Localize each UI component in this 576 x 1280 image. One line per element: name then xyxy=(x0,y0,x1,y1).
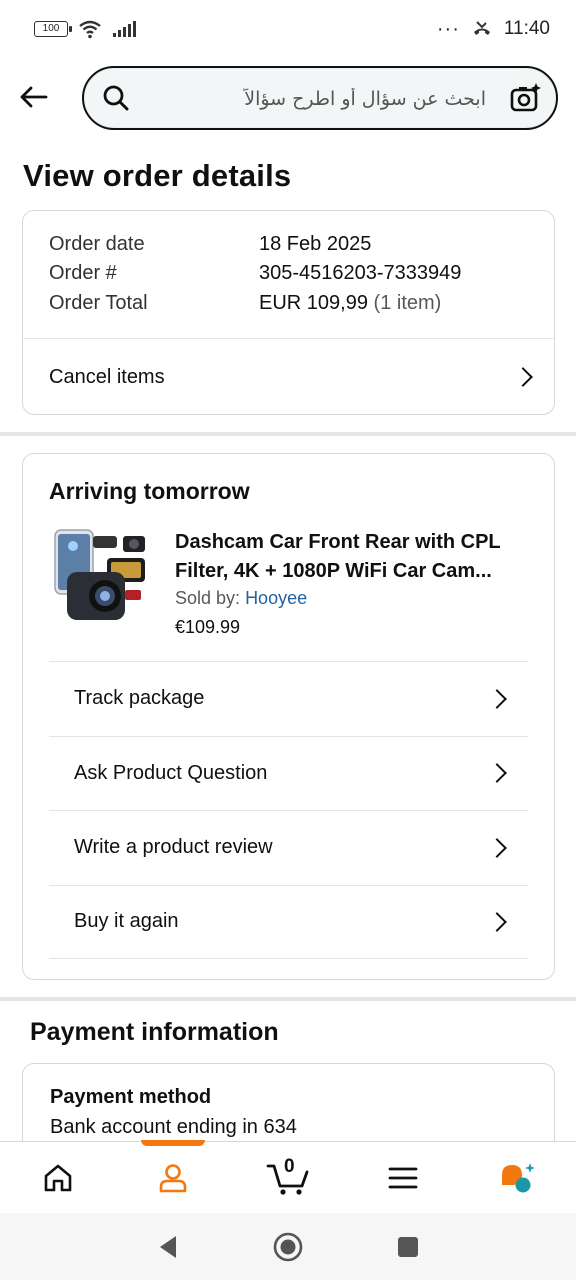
product-price: €109.99 xyxy=(175,617,241,637)
sold-by-label: Sold by: xyxy=(175,588,241,608)
action-label: Buy it again xyxy=(74,910,179,933)
shipment-card: Arriving tomorrow Dashcam Car Front Rear… xyxy=(22,453,555,980)
nav-rufus[interactable] xyxy=(461,1142,576,1213)
nav-cart[interactable]: 0 xyxy=(230,1142,345,1213)
action-label: Track package xyxy=(74,687,205,710)
menu-icon xyxy=(388,1167,418,1188)
chevron-right-icon xyxy=(487,763,507,784)
signal-icon xyxy=(113,21,136,37)
back-arrow-icon xyxy=(20,86,48,108)
page-title: View order details xyxy=(23,158,292,193)
sold-by: Sold by: Hooyee xyxy=(175,588,307,609)
nav-home[interactable] xyxy=(0,1142,115,1213)
buy-it-again-button[interactable]: Buy it again xyxy=(49,884,528,959)
nav-account[interactable] xyxy=(115,1140,230,1213)
camera-search-icon[interactable] xyxy=(510,82,542,114)
nav-menu[interactable] xyxy=(346,1142,461,1213)
clock: 11:40 xyxy=(503,18,550,39)
chevron-right-icon xyxy=(487,911,507,932)
order-number-label: Order # xyxy=(49,262,117,284)
rufus-icon xyxy=(502,1162,536,1192)
payment-method-label: Payment method xyxy=(50,1086,212,1108)
cancel-items-button[interactable]: Cancel items xyxy=(23,339,554,415)
search-header xyxy=(0,64,576,132)
more-dots-icon: ··· xyxy=(436,17,460,40)
account-icon xyxy=(159,1163,187,1192)
chevron-right-icon xyxy=(487,837,507,858)
bottom-nav: 0 xyxy=(0,1140,576,1213)
product-title[interactable]: Dashcam Car Front Rear with CPL Filter, … xyxy=(175,528,535,586)
seller-link[interactable]: Hooyee xyxy=(245,588,307,608)
status-right: ··· 11:40 xyxy=(437,18,550,41)
write-review-button[interactable]: Write a product review xyxy=(49,810,528,885)
order-date-value: 18 Feb 2025 xyxy=(259,233,372,255)
chevron-right-icon xyxy=(513,367,533,387)
product-image[interactable] xyxy=(49,528,149,628)
shipment-status: Arriving tomorrow xyxy=(49,478,250,504)
home-icon xyxy=(44,1164,71,1191)
order-total-value: EUR 109,99 xyxy=(259,292,368,314)
cart-count: 0 xyxy=(284,1156,295,1177)
payment-section-title: Payment information xyxy=(30,1018,279,1046)
wifi-icon xyxy=(79,20,101,39)
system-recents-icon[interactable] xyxy=(396,1235,420,1259)
order-total-label: Order Total xyxy=(49,292,148,314)
chevron-right-icon xyxy=(487,688,507,709)
active-indicator xyxy=(140,1140,205,1146)
search-bar[interactable] xyxy=(82,66,558,130)
order-summary-card: Order date 18 Feb 2025 Order # 305-45162… xyxy=(22,210,555,415)
search-input[interactable] xyxy=(140,80,486,118)
system-nav-bar xyxy=(0,1213,576,1280)
back-button[interactable] xyxy=(14,78,52,116)
payment-method-value: Bank account ending in 634 xyxy=(50,1116,297,1138)
order-total-items: (1 item) xyxy=(373,292,442,314)
action-label: Ask Product Question xyxy=(74,761,268,784)
order-total-value-wrap: EUR 109,99 (1 item) xyxy=(259,292,441,315)
status-bar: 100 ··· 11:40 xyxy=(0,0,576,58)
battery-icon: 100 xyxy=(34,21,72,37)
cancel-items-label: Cancel items xyxy=(49,365,165,388)
ask-product-question-button[interactable]: Ask Product Question xyxy=(49,735,528,811)
action-label: Write a product review xyxy=(74,836,273,859)
order-date-label: Order date xyxy=(49,233,145,255)
section-divider xyxy=(0,432,576,436)
system-home-icon[interactable] xyxy=(272,1231,304,1263)
track-package-button[interactable]: Track package xyxy=(49,661,528,736)
section-divider xyxy=(0,997,576,1001)
shipment-actions: Track package Ask Product Question Write… xyxy=(49,661,528,959)
order-number-value: 305-4516203-7333949 xyxy=(259,262,462,284)
missed-call-icon xyxy=(473,21,490,35)
search-icon xyxy=(103,85,129,111)
status-left: 100 xyxy=(34,19,138,39)
system-back-icon[interactable] xyxy=(156,1234,180,1260)
